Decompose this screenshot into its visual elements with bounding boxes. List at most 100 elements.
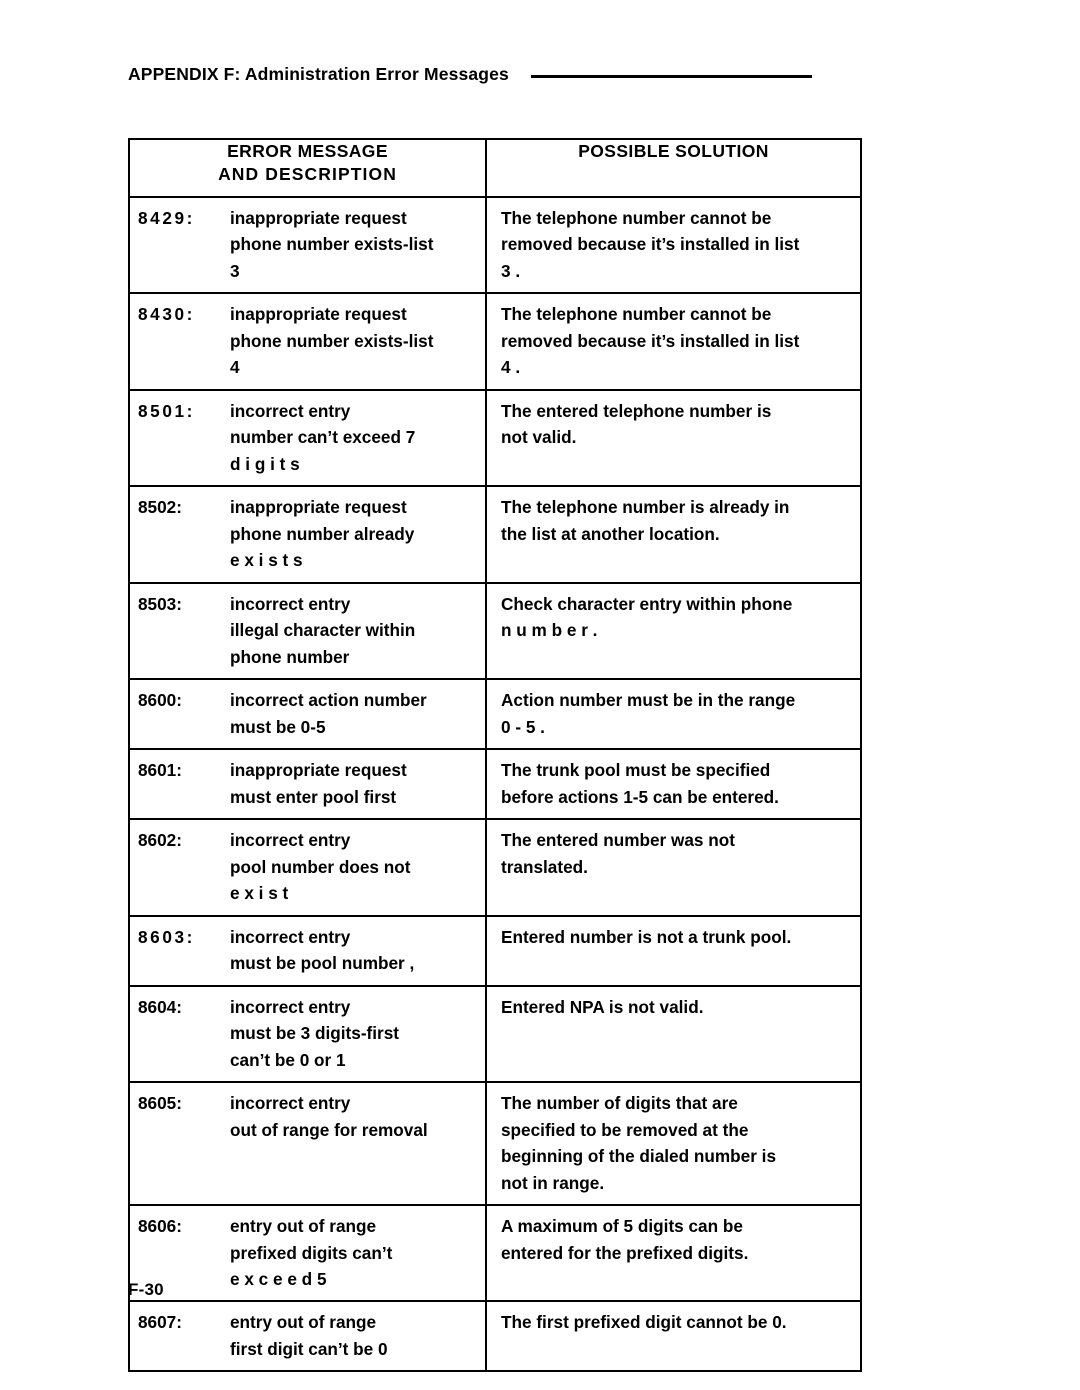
error-message-cell: 8606: entry out of range prefixed digits c… — [128, 1204, 487, 1303]
error-code: 8606: — [138, 1216, 182, 1237]
possible-solution-line: The entered telephone number is — [501, 400, 772, 421]
error-message-line: out of range for removal — [230, 1119, 428, 1140]
error-message-line: must enter pool first — [230, 786, 397, 807]
error-message-first-line: 8429: inappropriate request — [138, 205, 481, 231]
error-code: 8600: — [138, 690, 182, 711]
error-code: 8607: — [138, 1312, 182, 1333]
error-message-cell: 8429: inappropriate request phone number e… — [128, 195, 487, 295]
error-message-line: incorrect action number — [230, 690, 427, 711]
possible-solution-line: the list at another location. — [501, 523, 720, 544]
error-message-line: e x c e e d 5 — [230, 1268, 327, 1289]
table-row: 8600: incorrect action number must be 0-5 A… — [128, 678, 862, 751]
column-header-line-1: ERROR MESSAGE — [227, 141, 388, 161]
error-message-cell: 8503: incorrect entry illegal character wi… — [128, 581, 487, 681]
error-message-line: entry out of range — [230, 1312, 377, 1333]
error-message-first-line: 8604: incorrect entry — [138, 994, 481, 1020]
column-header-line-2: AND DESCRIPTION — [218, 164, 397, 185]
page-title: APPENDIX F: Administration Error Message… — [128, 64, 509, 85]
error-message-cell: 8601: inappropriate request must enter poo… — [128, 748, 487, 821]
error-message-line: must be 3 digits-first — [230, 1023, 400, 1044]
error-message-first-line: 8503: incorrect entry — [138, 591, 481, 617]
error-message-first-line: 8430: inappropriate request — [138, 301, 481, 327]
possible-solution-cell: The trunk pool must be specified before a… — [485, 748, 862, 821]
error-message-line: pool number does not — [230, 856, 411, 877]
possible-solution-cell: The telephone number cannot be removed be… — [485, 195, 862, 295]
error-code: 8602: — [138, 830, 182, 851]
error-message-first-line: 8603: incorrect entry — [138, 924, 481, 950]
document-page: APPENDIX F: Administration Error Message… — [0, 0, 1080, 1390]
error-code: 8605: — [138, 1093, 182, 1114]
table-header: ERROR MESSAGE AND DESCRIPTION POSSIBLE S… — [128, 138, 862, 198]
possible-solution-line: The telephone number cannot be — [501, 208, 772, 228]
possible-solution-line: removed because it’s installed in list — [501, 330, 800, 351]
running-head: APPENDIX F: Administration Error Message… — [128, 60, 948, 90]
error-message-line: inappropriate request — [230, 760, 407, 781]
error-message-line: entry out of range — [230, 1216, 377, 1237]
possible-solution-line: Entered number is not a trunk pool. — [501, 926, 792, 947]
error-message-cell: 8602: incorrect entry pool number does not… — [128, 818, 487, 917]
possible-solution-cell: Entered NPA is not valid. — [485, 984, 862, 1084]
error-message-line: e x i s t s — [230, 550, 303, 571]
error-message-cell: 8502: inappropriate request phone number a… — [128, 485, 487, 584]
error-message-line: incorrect entry — [230, 830, 351, 851]
possible-solution-cell: Check character entry within phone n u m … — [485, 581, 862, 681]
possible-solution-line: The first prefixed digit cannot be 0. — [501, 1312, 787, 1333]
possible-solution-cell: The telephone number is already in the li… — [485, 485, 862, 584]
error-message-line: incorrect entry — [230, 593, 351, 614]
error-code: 8604: — [138, 996, 182, 1017]
table-header-row: ERROR MESSAGE AND DESCRIPTION POSSIBLE S… — [128, 138, 862, 198]
error-message-line: can’t be 0 or 1 — [230, 1049, 346, 1070]
error-message-line: must be 0-5 — [230, 716, 326, 737]
column-header-possible-solution: POSSIBLE SOLUTION — [485, 138, 862, 198]
table-row: 8501: incorrect entry number can’t exceed … — [128, 388, 862, 488]
table-row: 8430: inappropriate request phone number e… — [128, 292, 862, 391]
error-message-table: ERROR MESSAGE AND DESCRIPTION POSSIBLE S… — [128, 138, 862, 1373]
error-message-first-line: 8602: incorrect entry — [138, 827, 481, 853]
table-row: 8603: incorrect entry must be pool number … — [128, 914, 862, 987]
error-code: 8501: — [138, 400, 195, 421]
error-message-line: inappropriate request — [230, 497, 407, 518]
error-message-line: must be pool number , — [230, 953, 415, 974]
possible-solution-cell: The first prefixed digit cannot be 0. — [485, 1300, 862, 1373]
table-row: 8604: incorrect entry must be 3 digits-fir… — [128, 984, 862, 1084]
error-code: 8601: — [138, 760, 182, 781]
possible-solution-cell: The entered telephone number is not valid… — [485, 388, 862, 488]
error-code: 8503: — [138, 593, 182, 614]
table-row: 8607: entry out of range first digit can’t… — [128, 1300, 862, 1373]
page-number: F-30 — [128, 1280, 164, 1299]
error-message-cell: 8430: inappropriate request phone number e… — [128, 292, 487, 391]
error-message-first-line: 8502: inappropriate request — [138, 494, 481, 520]
error-message-line: phone number already — [230, 523, 415, 544]
error-code: 8603: — [138, 926, 195, 947]
possible-solution-cell: The entered number was not translated. — [485, 818, 862, 917]
error-message-cell: 8501: incorrect entry number can’t exceed … — [128, 388, 487, 488]
table-row: 8503: incorrect entry illegal character wi… — [128, 581, 862, 681]
error-message-cell: 8607: entry out of range first digit can’t… — [128, 1300, 487, 1373]
error-message-line: illegal character within — [230, 620, 416, 641]
error-message-first-line: 8600: incorrect action number — [138, 687, 481, 713]
horizontal-rule-icon — [530, 75, 812, 78]
table-row: 8429: inappropriate request phone number e… — [128, 195, 862, 295]
possible-solution-line: n u m b e r . — [501, 620, 598, 641]
possible-solution-line: The trunk pool must be specified — [501, 760, 771, 781]
possible-solution-line: beginning of the dialed number is — [501, 1146, 777, 1167]
error-message-line: first digit can’t be 0 — [230, 1338, 388, 1359]
error-message-line: d i g i t s — [230, 453, 300, 474]
possible-solution-line: translated. — [501, 856, 588, 877]
possible-solution-line: 0 - 5 . — [501, 716, 545, 737]
possible-solution-cell: The telephone number cannot be removed be… — [485, 292, 862, 391]
possible-solution-line: specified to be removed at the — [501, 1119, 749, 1140]
error-message-line: 3 — [230, 260, 240, 281]
error-message-first-line: 8501: incorrect entry — [138, 398, 481, 424]
error-message-line: number can’t exceed 7 — [230, 427, 416, 448]
table-row: 8606: entry out of range prefixed digits c… — [128, 1204, 862, 1303]
table-row: 8605: incorrect entry out of range for rem… — [128, 1081, 862, 1207]
error-message-first-line: 8601: inappropriate request — [138, 757, 481, 783]
possible-solution-line: Check character entry within phone — [501, 593, 793, 614]
possible-solution-line: The telephone number is already in — [501, 497, 790, 518]
error-message-cell: 8605: incorrect entry out of range for rem… — [128, 1081, 487, 1207]
possible-solution-line: 3 . — [501, 260, 521, 281]
error-message-line: inappropriate request — [230, 208, 407, 228]
error-message-line: phone number — [230, 646, 350, 667]
column-header-line-1: POSSIBLE SOLUTION — [578, 141, 769, 161]
